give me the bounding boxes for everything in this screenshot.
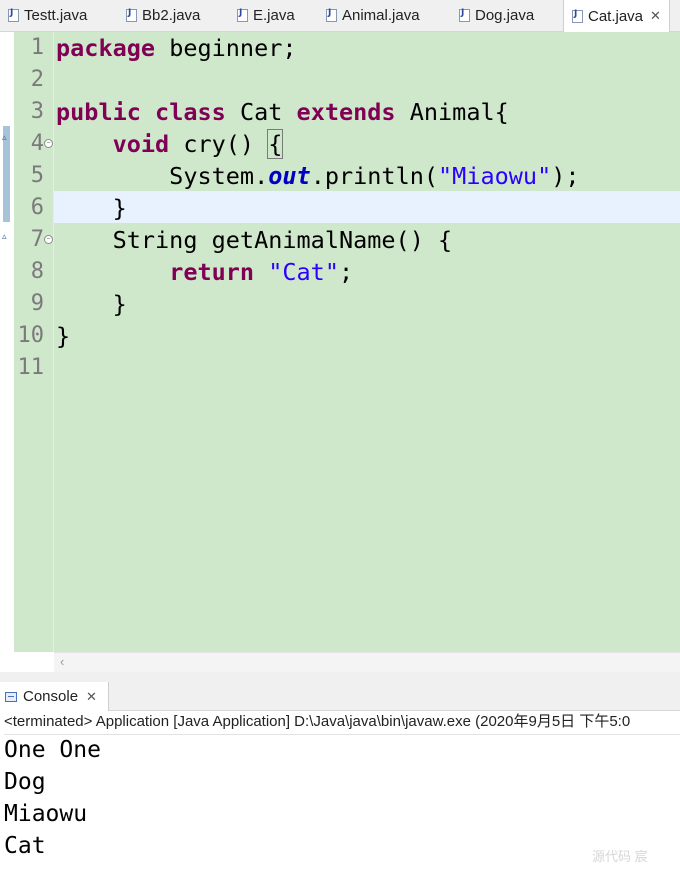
line-number: 10 — [17, 323, 45, 348]
tab-label: Dog.java — [475, 7, 535, 24]
line-number: 4 — [30, 131, 44, 156]
watermark: 源代码 宸 — [592, 849, 648, 864]
tab-console[interactable]: Console ✕ — [0, 682, 109, 711]
tab-cat-java[interactable]: Cat.java ✕ — [563, 0, 670, 32]
line-number: 9 — [30, 291, 44, 316]
code-line: String getAnimalName() { — [56, 226, 453, 254]
console-tab-bar: Console ✕ — [0, 682, 680, 711]
tab-bb2-java[interactable]: Bb2.java — [126, 0, 200, 31]
java-file-icon — [572, 9, 583, 23]
tab-label: Testt.java — [24, 7, 88, 24]
code-line: } — [56, 194, 127, 222]
code-editor[interactable]: ▵ ▵ 1 2 3 4 5 6 7 8 9 10 11 − − package … — [0, 32, 680, 652]
tab-animal-java[interactable]: Animal.java — [326, 0, 420, 31]
tab-label: Bb2.java — [142, 7, 201, 24]
override-indicator-icon: ▵ — [2, 231, 7, 241]
code-line: package beginner; — [56, 34, 297, 62]
tab-label: E.java — [253, 7, 295, 24]
code-line: } — [56, 322, 71, 350]
java-file-icon — [326, 8, 337, 22]
fold-toggle-icon[interactable]: − — [44, 139, 53, 148]
java-file-icon — [8, 8, 19, 22]
line-number: 7 — [30, 227, 44, 252]
code-line: void cry() { — [112, 129, 284, 159]
console-output-line: Miaowu — [4, 801, 88, 827]
tab-dog-java[interactable]: Dog.java — [459, 0, 534, 31]
tab-e-java[interactable]: E.java — [237, 0, 295, 31]
console-icon — [5, 691, 17, 702]
line-number: 8 — [30, 259, 44, 284]
scroll-left-icon[interactable]: ‹ — [60, 654, 64, 669]
console-output-line: One One — [4, 737, 101, 763]
code-line: public class Cat extends Animal{ — [56, 98, 509, 126]
tab-label: Animal.java — [342, 7, 420, 24]
code-line: } — [56, 290, 127, 318]
line-number: 2 — [30, 67, 44, 92]
line-number: 3 — [30, 99, 44, 124]
overview-ruler: ▵ ▵ — [0, 32, 14, 652]
matching-bracket: { — [267, 129, 284, 159]
override-indicator-icon: ▵ — [2, 132, 7, 142]
horizontal-scrollbar[interactable]: ‹ — [54, 652, 680, 673]
tab-label: Cat.java — [588, 7, 644, 25]
console-output-line: Dog — [4, 769, 46, 795]
fold-toggle-icon[interactable]: − — [44, 235, 53, 244]
current-line-highlight — [54, 191, 680, 223]
java-file-icon — [126, 8, 137, 22]
line-number: 11 — [17, 355, 45, 380]
close-icon[interactable]: ✕ — [86, 689, 97, 705]
code-line: System.out.println("Miaowu"); — [56, 162, 580, 190]
console-status: <terminated> Application [Java Applicati… — [4, 710, 680, 735]
java-file-icon — [237, 8, 248, 22]
line-number: 1 — [30, 35, 44, 60]
console-output-line: Cat — [4, 833, 46, 859]
editor-tab-bar: Testt.java Bb2.java E.java Animal.java D… — [0, 0, 680, 32]
close-icon[interactable]: ✕ — [650, 8, 661, 24]
tab-testt-java[interactable]: Testt.java — [8, 0, 87, 31]
code-line: return "Cat"; — [169, 258, 354, 286]
java-file-icon — [459, 8, 470, 22]
line-number: 6 — [30, 195, 44, 220]
tab-label: Console — [23, 688, 79, 705]
line-number: 5 — [30, 163, 44, 188]
